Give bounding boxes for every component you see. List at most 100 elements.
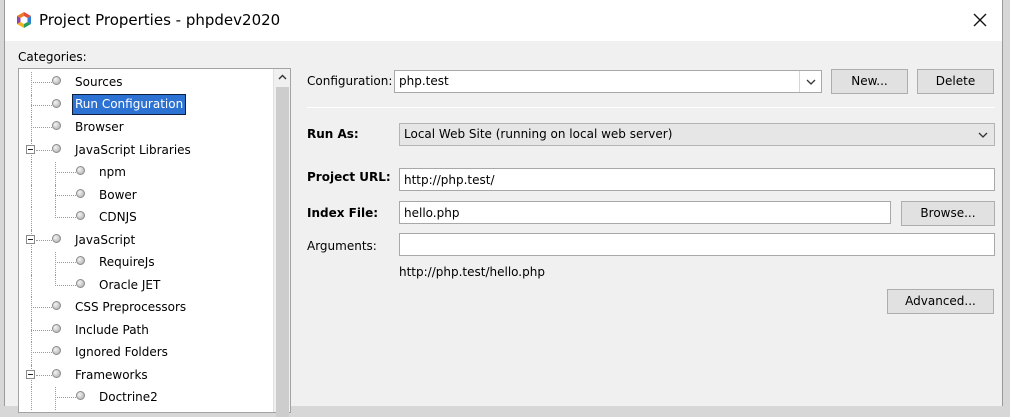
separator bbox=[307, 107, 995, 108]
project-url-field[interactable] bbox=[399, 168, 995, 191]
tree-item[interactable]: Doctrine2 bbox=[19, 387, 269, 410]
tree-guide-line bbox=[31, 387, 32, 410]
tree-guide-line bbox=[55, 162, 56, 185]
tree-item[interactable]: npm bbox=[19, 162, 269, 185]
node-bullet-icon bbox=[52, 323, 61, 333]
run-as-label: Run As: bbox=[307, 127, 359, 141]
tree-item[interactable]: Bower bbox=[19, 184, 269, 207]
chevron-down-icon bbox=[806, 79, 816, 85]
netbeans-app-icon bbox=[16, 11, 32, 29]
collapse-icon[interactable] bbox=[26, 234, 35, 244]
chevron-down-icon bbox=[978, 132, 988, 138]
tree-item-label: CSS Preprocessors bbox=[75, 300, 187, 314]
tree-item-label: Frameworks bbox=[75, 367, 148, 382]
project-url-label: Project URL: bbox=[307, 170, 391, 184]
node-bullet-icon bbox=[52, 301, 61, 310]
tree-guide-line bbox=[31, 297, 32, 320]
tree-guide-line bbox=[31, 162, 32, 185]
tree-item[interactable]: JavaScript bbox=[19, 229, 269, 252]
tree-guide-line bbox=[31, 184, 32, 207]
tree-item-label: Sources bbox=[75, 75, 123, 89]
run-as-dropdown-button[interactable] bbox=[972, 124, 994, 145]
tree-item[interactable]: Browser bbox=[19, 117, 269, 140]
node-bullet-icon bbox=[76, 391, 85, 400]
node-bullet-icon bbox=[76, 211, 85, 220]
run-as-select[interactable]: Local Web Site (running on local web ser… bbox=[399, 123, 995, 146]
node-bullet-icon bbox=[52, 368, 61, 378]
scroll-thumb[interactable] bbox=[276, 87, 289, 417]
project-url-input[interactable] bbox=[400, 169, 994, 190]
tree-guide-line bbox=[55, 397, 76, 398]
configuration-value: php.test bbox=[399, 74, 449, 88]
arguments-field[interactable] bbox=[399, 233, 995, 256]
tree-item-label: Ignored Folders bbox=[75, 345, 168, 359]
node-bullet-icon bbox=[52, 76, 61, 85]
tree-item[interactable]: Sources bbox=[19, 72, 269, 95]
window-title: Project Properties - phpdev2020 bbox=[39, 11, 281, 29]
node-bullet-icon bbox=[76, 188, 85, 198]
resolved-url-text: http://php.test/hello.php bbox=[399, 265, 545, 279]
tree-guide-line bbox=[36, 374, 52, 376]
tree-guide-line bbox=[31, 352, 52, 353]
tree-item-label: CDNJS bbox=[99, 210, 137, 224]
tree-item[interactable]: Oracle JET bbox=[19, 274, 269, 297]
index-file-input[interactable] bbox=[400, 202, 890, 223]
tree-item-label: Include Path bbox=[75, 322, 149, 337]
close-icon bbox=[973, 13, 987, 27]
tree-item[interactable]: Run Configuration bbox=[19, 93, 269, 117]
advanced-button[interactable]: Advanced... bbox=[887, 289, 994, 314]
node-bullet-icon bbox=[52, 143, 61, 153]
collapse-icon[interactable] bbox=[26, 369, 35, 379]
run-configuration-panel: Configuration: php.test New... Delete Ru… bbox=[295, 60, 995, 406]
tree-item-label: Run Configuration bbox=[71, 93, 187, 115]
tree-item[interactable]: RequireJs bbox=[19, 252, 269, 275]
tree-item[interactable]: Include Path bbox=[19, 319, 269, 342]
chevron-up-icon bbox=[278, 74, 287, 80]
tree-guide-line bbox=[55, 284, 76, 286]
tree-guide-line bbox=[31, 207, 32, 230]
tree-guide-line bbox=[31, 117, 32, 140]
categories-tree[interactable]: Sources Run Configuration Browser JavaScrip… bbox=[18, 68, 291, 417]
tree-guide-line bbox=[55, 194, 76, 196]
new-button[interactable]: New... bbox=[831, 69, 908, 94]
tree-guide-line bbox=[31, 104, 52, 106]
tree-guide-line bbox=[31, 329, 52, 331]
arguments-input[interactable] bbox=[400, 234, 994, 255]
tree-item[interactable]: JavaScript Libraries bbox=[19, 139, 269, 162]
tree-guide-line bbox=[31, 319, 32, 342]
node-bullet-icon bbox=[76, 166, 85, 175]
node-bullet-icon bbox=[76, 256, 85, 265]
browse-button[interactable]: Browse... bbox=[901, 201, 995, 226]
index-file-field[interactable] bbox=[399, 201, 891, 224]
index-file-label: Index File: bbox=[307, 206, 379, 220]
delete-button[interactable]: Delete bbox=[917, 69, 994, 94]
tree-guide-line bbox=[55, 184, 56, 207]
tree-scrollbar[interactable] bbox=[273, 69, 291, 417]
tree-item-label: Browser bbox=[75, 120, 124, 134]
tree-guide-line bbox=[55, 217, 76, 218]
configuration-select[interactable]: php.test bbox=[394, 70, 822, 93]
scroll-up-button[interactable] bbox=[274, 69, 291, 86]
tree-guide-line bbox=[31, 127, 52, 128]
tree-item-label: npm bbox=[99, 165, 126, 179]
tree-item[interactable]: CSS Preprocessors bbox=[19, 297, 269, 320]
node-bullet-icon bbox=[52, 121, 61, 130]
node-bullet-icon bbox=[76, 278, 85, 288]
configuration-dropdown-button[interactable] bbox=[799, 71, 821, 92]
project-properties-dialog: Project Properties - phpdev2020 Categori… bbox=[4, 0, 1003, 417]
tree-guide-line bbox=[31, 274, 32, 297]
tree-guide-line bbox=[55, 207, 56, 218]
tree-item[interactable]: CDNJS bbox=[19, 207, 269, 230]
collapse-icon[interactable] bbox=[26, 144, 35, 154]
tree-guide-line bbox=[31, 82, 52, 83]
tree-guide-line bbox=[55, 262, 76, 263]
close-button[interactable] bbox=[964, 5, 996, 35]
tree-item[interactable]: Frameworks bbox=[19, 364, 269, 387]
tree-item[interactable]: Ignored Folders bbox=[19, 342, 269, 365]
tree-item-label: RequireJs bbox=[99, 255, 155, 269]
tree-guide-line bbox=[31, 72, 32, 95]
arguments-label: Arguments: bbox=[307, 239, 377, 253]
tree-guide-line bbox=[55, 274, 56, 286]
configuration-label: Configuration: bbox=[307, 74, 393, 88]
node-bullet-icon bbox=[52, 233, 61, 243]
